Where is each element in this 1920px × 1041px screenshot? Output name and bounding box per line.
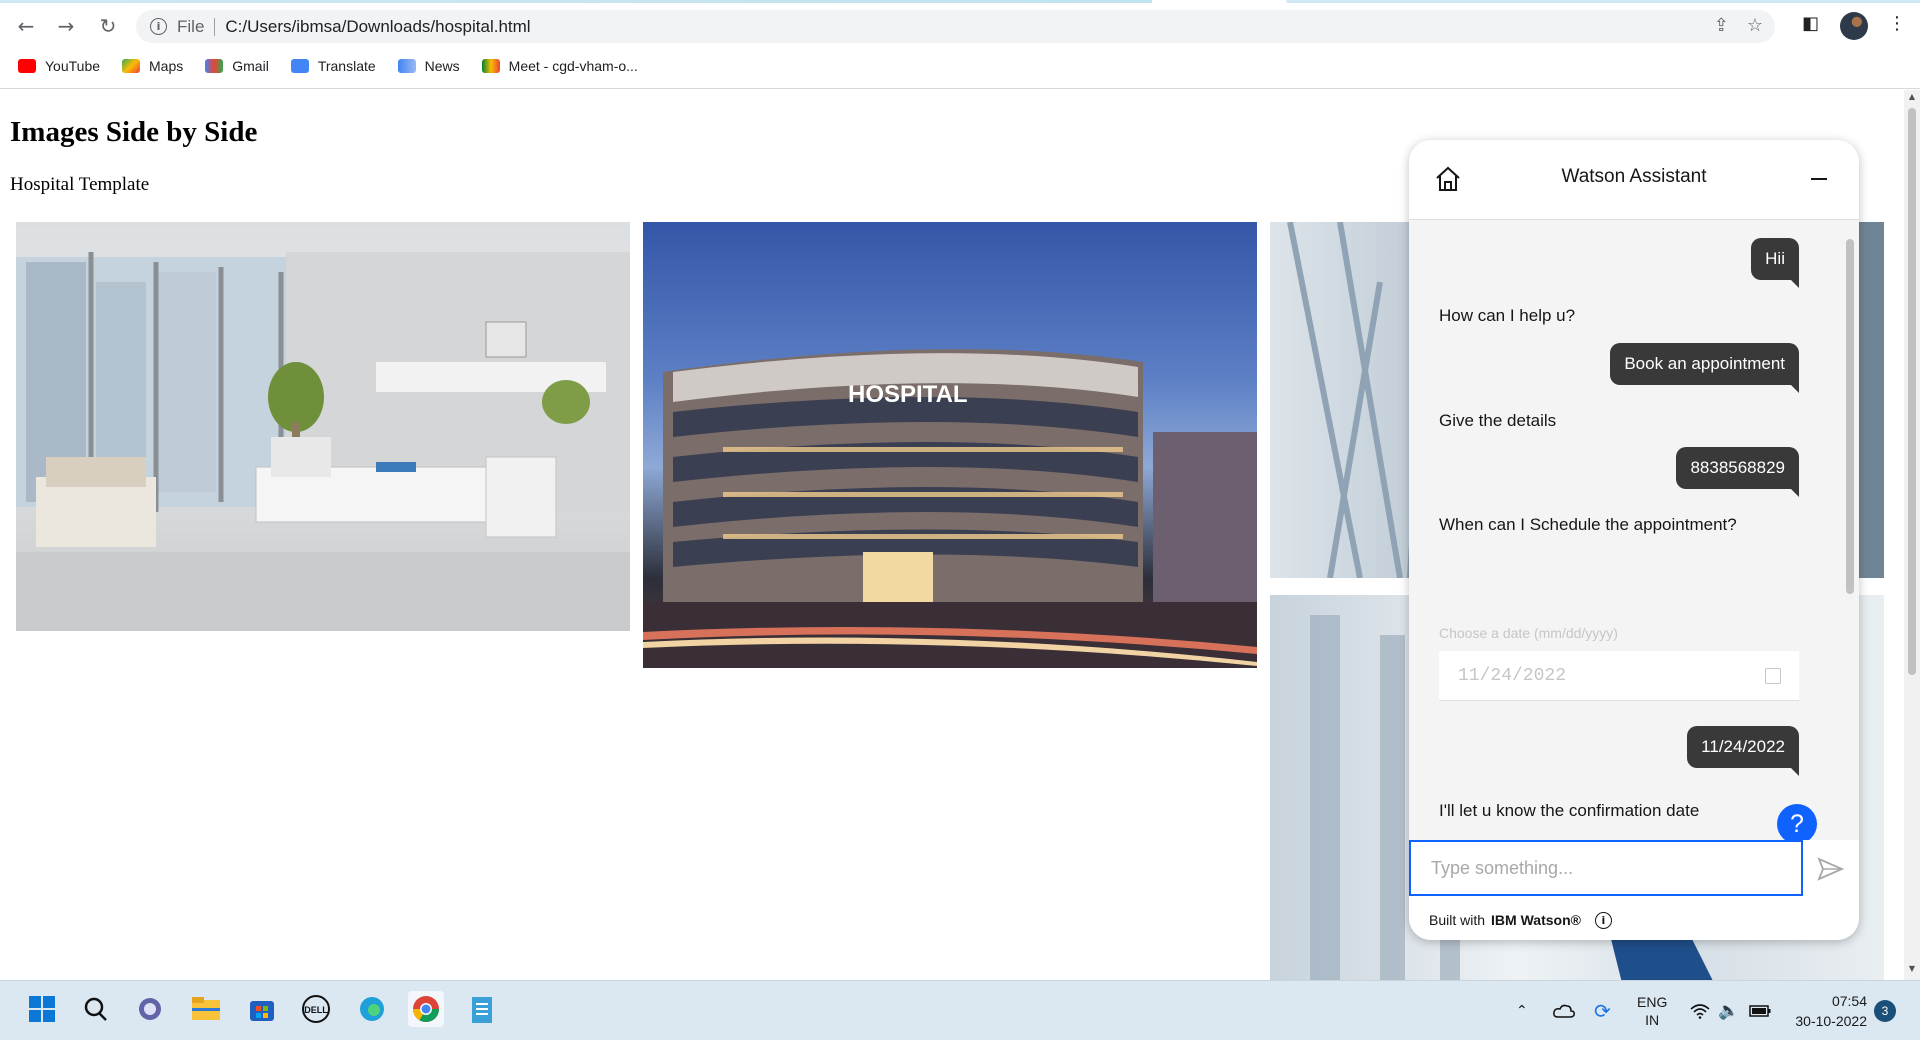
bookmarks-bar: YouTube Maps Gmail Translate News Meet -… xyxy=(0,52,638,80)
bookmark-label: YouTube xyxy=(45,58,101,74)
url-separator xyxy=(214,17,216,36)
scroll-down-arrow-icon[interactable]: ▼ xyxy=(1904,964,1920,978)
clock-time: 07:54 xyxy=(1831,993,1867,1009)
chat-input-placeholder: Type something... xyxy=(1431,857,1574,878)
bookmark-gmail[interactable]: Gmail xyxy=(205,58,269,74)
reload-button[interactable]: ↻ xyxy=(94,12,122,40)
bookmark-meet[interactable]: Meet - cgd-vham-o... xyxy=(481,58,638,74)
menu-icon[interactable]: ⋮ xyxy=(1888,13,1906,34)
youtube-icon xyxy=(18,59,36,73)
hospital-room-image xyxy=(16,222,630,631)
info-icon[interactable]: i xyxy=(1594,911,1612,929)
taskbar: DELL ⌃ ⟳ ENG IN 🔈 07:54 30-10-2022 3 xyxy=(0,980,1920,1040)
news-icon xyxy=(397,59,416,73)
watson-footer: Built with IBM Watson® i xyxy=(1409,900,1859,940)
bookmark-label: Maps xyxy=(149,58,184,74)
file-explorer-icon[interactable] xyxy=(188,991,224,1027)
question-icon: ? xyxy=(1790,809,1804,838)
user-message: Hii xyxy=(1751,238,1799,288)
page-scrollbar-thumb[interactable] xyxy=(1908,108,1916,675)
bookmark-label: Gmail xyxy=(232,58,269,74)
gmail-icon xyxy=(205,59,224,73)
bookmark-label: News xyxy=(424,58,460,74)
help-button[interactable]: ? xyxy=(1777,804,1817,840)
browser-chrome: ← → ↻ i File C:/Users/ibmsa/Downloads/ho… xyxy=(0,0,1920,89)
hospital-building-image: HOSPITAL xyxy=(643,222,1257,668)
address-bar[interactable]: i File C:/Users/ibmsa/Downloads/hospital… xyxy=(136,10,1775,43)
page-title: Images Side by Side xyxy=(10,116,258,148)
language-code: ENG xyxy=(1637,994,1668,1010)
watson-assistant-panel: Watson Assistant Hii How can I help u? B… xyxy=(1409,140,1859,940)
search-icon[interactable] xyxy=(78,991,114,1027)
watson-title: Watson Assistant xyxy=(1561,166,1707,187)
bookmark-star-icon[interactable]: ☆ xyxy=(1747,15,1763,36)
language-indicator[interactable]: ENG IN xyxy=(1637,981,1667,1041)
user-message: Book an appointment xyxy=(1610,343,1799,393)
chat-app-icon[interactable] xyxy=(132,991,168,1027)
bookmark-maps[interactable]: Maps xyxy=(122,58,183,74)
wifi-icon[interactable] xyxy=(1690,981,1710,1041)
back-button[interactable]: ← xyxy=(12,12,40,40)
send-icon[interactable] xyxy=(1815,854,1845,884)
page-subtitle: Hospital Template xyxy=(10,174,150,195)
page-scrollbar[interactable]: ▲ ▼ xyxy=(1904,90,1920,980)
date-picker-input[interactable]: 11/24/2022 xyxy=(1439,651,1799,701)
hospital-sign-text: HOSPITAL xyxy=(848,381,968,408)
profile-avatar[interactable] xyxy=(1840,12,1868,40)
clock[interactable]: 07:54 30-10-2022 xyxy=(1787,981,1867,1041)
notification-badge[interactable]: 3 xyxy=(1874,1000,1896,1022)
windows-start-icon[interactable] xyxy=(24,991,60,1027)
url-text[interactable]: C:/Users/ibmsa/Downloads/hospital.html xyxy=(225,17,530,37)
url-scheme: File xyxy=(177,16,205,36)
edge-icon[interactable] xyxy=(354,991,390,1027)
minimize-icon[interactable] xyxy=(1811,178,1827,180)
chat-input-row: Type something... xyxy=(1409,840,1859,900)
share-icon[interactable]: ⇪ xyxy=(1714,15,1729,36)
store-icon[interactable] xyxy=(244,991,280,1027)
meet-icon xyxy=(481,59,500,73)
side-panel-icon[interactable]: ◧ xyxy=(1802,13,1819,34)
footer-prefix: Built with xyxy=(1429,912,1486,928)
onedrive-icon[interactable] xyxy=(1552,981,1576,1041)
watson-header: Watson Assistant xyxy=(1409,140,1859,220)
calendar-icon[interactable] xyxy=(1765,668,1781,684)
site-info-icon[interactable]: i xyxy=(150,18,167,35)
scroll-up-arrow-icon[interactable]: ▲ xyxy=(1904,92,1920,106)
date-picker-label: Choose a date (mm/dd/yyyy) xyxy=(1439,625,1618,641)
bookmark-translate[interactable]: Translate xyxy=(290,58,376,74)
bot-message: Give the details xyxy=(1439,411,1557,430)
bookmark-news[interactable]: News xyxy=(397,58,460,74)
volume-icon[interactable]: 🔈 xyxy=(1718,981,1739,1041)
translate-icon xyxy=(290,59,309,73)
sync-icon[interactable]: ⟳ xyxy=(1594,981,1611,1041)
bot-message: I'll let u know the confirmation date xyxy=(1439,801,1700,820)
bot-message: How can I help u? xyxy=(1439,306,1576,325)
tab-strip xyxy=(0,0,1920,3)
bookmark-label: Translate xyxy=(317,58,376,74)
region-code: IN xyxy=(1645,1012,1660,1028)
user-message: 8838568829 xyxy=(1676,447,1799,497)
tray-overflow-icon[interactable]: ⌃ xyxy=(1516,981,1528,1041)
footer-brand: IBM Watson® xyxy=(1491,912,1581,928)
date-picker-value: 11/24/2022 xyxy=(1458,665,1567,686)
clock-date: 30-10-2022 xyxy=(1795,1013,1867,1029)
chrome-icon[interactable] xyxy=(408,991,444,1027)
forward-button[interactable]: → xyxy=(52,12,80,40)
notepad-icon[interactable] xyxy=(464,991,500,1027)
dell-icon[interactable]: DELL xyxy=(298,991,334,1027)
battery-icon[interactable] xyxy=(1749,981,1771,1041)
svg-text:DELL: DELL xyxy=(304,1005,328,1015)
chat-input[interactable]: Type something... xyxy=(1409,840,1803,896)
chat-scrollbar[interactable] xyxy=(1841,221,1859,840)
user-message: 11/24/2022 xyxy=(1687,726,1799,776)
bot-message: When can I Schedule the appointment? xyxy=(1439,515,1737,534)
chat-scrollbar-thumb[interactable] xyxy=(1846,239,1854,594)
chat-messages: Hii How can I help u? Book an appointmen… xyxy=(1409,221,1841,840)
bookmark-label: Meet - cgd-vham-o... xyxy=(508,58,638,74)
bookmark-youtube[interactable]: YouTube xyxy=(18,58,100,74)
maps-icon xyxy=(122,59,141,73)
